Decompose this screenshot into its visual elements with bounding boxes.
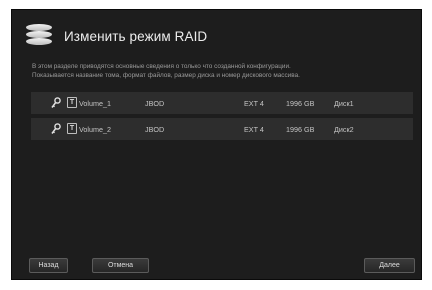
- dialog-header: Изменить режим RAID: [26, 22, 207, 50]
- raid-dialog: Изменить режим RAID В этом разделе приво…: [11, 9, 422, 280]
- table-row[interactable]: T Volume_1 JBOD EXT 4 1996 GB Диск1: [31, 92, 413, 114]
- database-icon: [26, 22, 54, 50]
- dialog-title: Изменить режим RAID: [64, 28, 208, 44]
- file-system: EXT 4: [244, 99, 264, 108]
- next-button[interactable]: Далее: [364, 258, 415, 273]
- volume-name: Volume_1: [79, 99, 111, 108]
- disk-icon: T: [67, 97, 77, 108]
- disk-label: Диск1: [334, 99, 354, 108]
- cancel-button[interactable]: Отмена: [92, 258, 149, 273]
- description-line: В этом разделе приводятся основные сведе…: [32, 63, 291, 70]
- volume-size: 1996 GB: [286, 125, 315, 134]
- dialog-description: В этом разделе приводятся основные сведе…: [32, 62, 412, 80]
- raid-type: JBOD: [145, 125, 165, 134]
- disk-icon: T: [67, 123, 77, 134]
- volume-table: T Volume_1 JBOD EXT 4 1996 GB Диск1 T Vo…: [31, 92, 413, 144]
- key-icon: [51, 123, 61, 134]
- disk-label: Диск2: [334, 125, 354, 134]
- table-row[interactable]: T Volume_2 JBOD EXT 4 1996 GB Диск2: [31, 118, 413, 140]
- volume-size: 1996 GB: [286, 99, 315, 108]
- key-icon: [51, 97, 61, 108]
- description-line: Показывается название тома, формат файло…: [32, 72, 300, 79]
- volume-name: Volume_2: [79, 125, 111, 134]
- raid-type: JBOD: [145, 99, 165, 108]
- file-system: EXT 4: [244, 125, 264, 134]
- back-button[interactable]: Назад: [29, 258, 68, 273]
